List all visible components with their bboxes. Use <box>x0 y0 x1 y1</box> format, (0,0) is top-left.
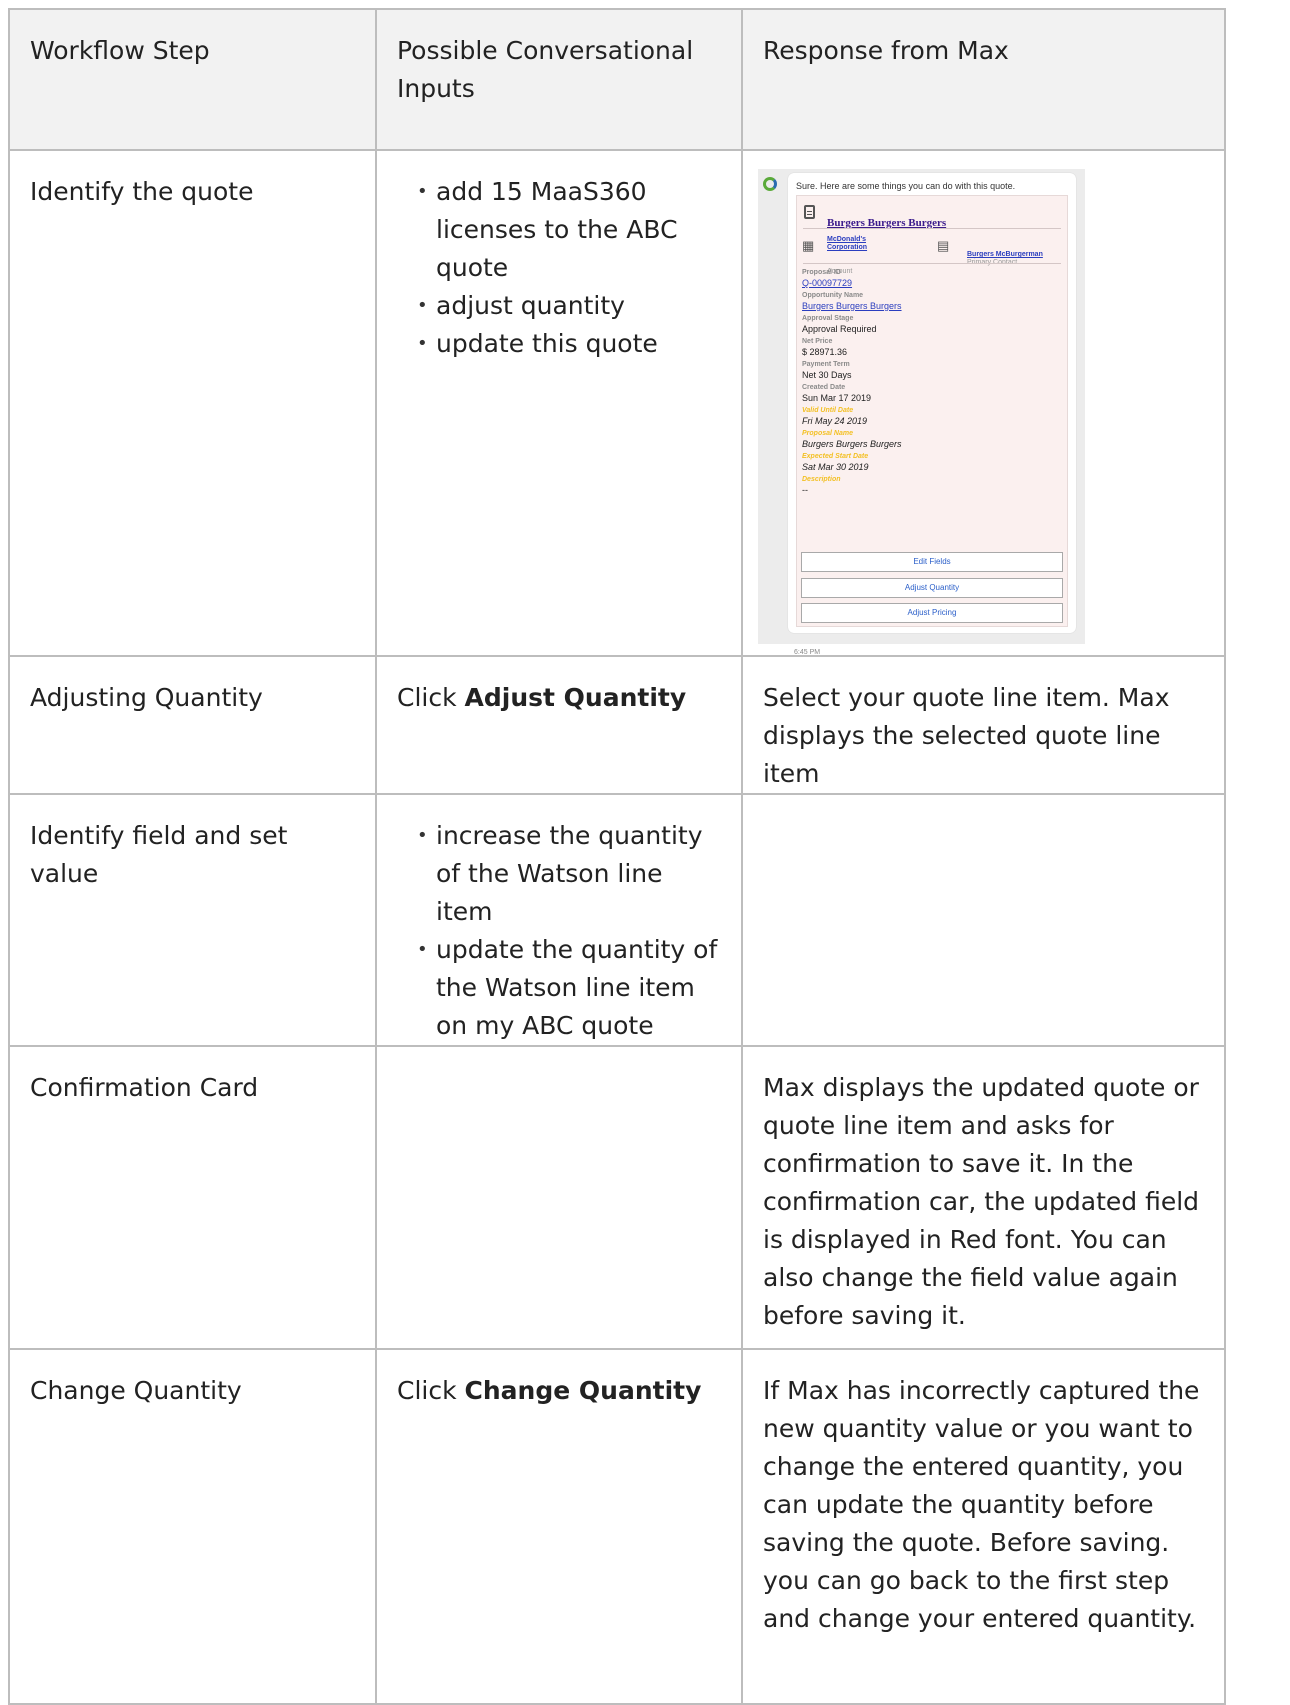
chat-screenshot: Sure. Here are some things you can do wi… <box>758 169 1085 656</box>
workflow-table: Workflow Step Possible Conversational In… <box>8 8 1226 1705</box>
field-label: Opportunity Name <box>802 292 864 299</box>
field-label: Proposal Name <box>802 430 853 437</box>
chat-bubble: Sure. Here are some things you can do wi… <box>788 173 1076 633</box>
adjust-pricing-button[interactable]: Adjust Pricing <box>801 603 1063 623</box>
proposal-id-link[interactable]: Q-00097729 <box>802 277 1062 289</box>
bot-avatar-icon <box>763 177 777 191</box>
response-cell: Max displays the updated quote or quote … <box>741 1045 1226 1350</box>
step-cell: Change Quantity <box>8 1348 377 1705</box>
field-label: Proposal ID <box>802 269 841 276</box>
contact-card-icon: ▤ <box>937 238 950 253</box>
adjust-quantity-button[interactable]: Adjust Quantity <box>801 578 1063 598</box>
field-value: Approval Required <box>802 324 877 334</box>
inputs-cell <box>375 1045 743 1350</box>
inputs-list: increase the quantity of the Watson line… <box>397 817 721 1045</box>
divider <box>803 228 1061 229</box>
quote-field-list: Proposal ID Q-00097729 Opportunity Name … <box>802 268 1062 498</box>
field-value: Sat Mar 30 2019 <box>802 462 869 472</box>
field-label: Description <box>802 476 841 483</box>
quote-card: Burgers Burgers Burgers ▦ McDonald's Cor… <box>796 195 1068 627</box>
building-icon: ▦ <box>802 238 815 253</box>
step-cell: Identify the quote <box>8 149 377 657</box>
table-row: Identify field and set value increase th… <box>8 793 1226 1047</box>
inputs-cell: Click Adjust Quantity <box>375 655 743 795</box>
field-value: Fri May 24 2019 <box>802 416 868 426</box>
field-label: Net Price <box>802 338 833 345</box>
field-label: Created Date <box>802 384 846 391</box>
chat-intro-text: Sure. Here are some things you can do wi… <box>796 181 1016 191</box>
response-cell <box>741 793 1226 1047</box>
inputs-cell: increase the quantity of the Watson line… <box>375 793 743 1047</box>
input-item: add 15 MaaS360 licenses to the ABC quote <box>417 173 721 287</box>
step-cell: Adjusting Quantity <box>8 655 377 795</box>
input-item: update this quote <box>417 325 721 363</box>
step-cell: Identify field and set value <box>8 793 377 1047</box>
field-value: Burgers Burgers Burgers <box>802 439 902 449</box>
table-row: Adjusting Quantity Click Adjust Quantity… <box>8 655 1226 795</box>
input-bold: Change Quantity <box>464 1376 702 1405</box>
edit-fields-button[interactable]: Edit Fields <box>801 552 1063 572</box>
field-label: Approval Stage <box>802 315 854 322</box>
inputs-cell: Click Change Quantity <box>375 1348 743 1705</box>
field-value: -- <box>802 485 808 495</box>
input-prefix: Click <box>397 683 465 712</box>
input-item: update the quantity of the Watson line i… <box>417 931 721 1045</box>
field-value: $ 28971.36 <box>802 347 848 357</box>
account-link[interactable]: McDonald's Corporation <box>827 236 897 252</box>
table-header-row: Workflow Step Possible Conversational In… <box>8 8 1226 151</box>
table-row: Confirmation Card Max displays the updat… <box>8 1045 1226 1350</box>
document-icon <box>804 205 815 219</box>
input-item: increase the quantity of the Watson line… <box>417 817 721 931</box>
chat-timestamp: 6:45 PM <box>794 649 821 656</box>
field-label: Payment Term <box>802 361 850 368</box>
field-label: Valid Until Date <box>802 407 854 414</box>
response-cell: Select your quote line item. Max display… <box>741 655 1226 795</box>
header-conversational-inputs: Possible Conversational Inputs <box>375 8 743 151</box>
input-prefix: Click <box>397 1376 465 1405</box>
inputs-list: add 15 MaaS360 licenses to the ABC quote… <box>397 173 721 363</box>
divider <box>803 263 1061 264</box>
header-workflow-step: Workflow Step <box>8 8 377 151</box>
field-label: Expected Start Date <box>802 453 869 460</box>
input-bold: Adjust Quantity <box>464 683 687 712</box>
header-response: Response from Max <box>741 8 1226 151</box>
input-item: adjust quantity <box>417 287 721 325</box>
table-row: Identify the quote add 15 MaaS360 licens… <box>8 149 1226 657</box>
opportunity-link[interactable]: Burgers Burgers Burgers <box>802 300 1062 312</box>
response-cell: If Max has incorrectly captured the new … <box>741 1348 1226 1705</box>
field-value: Sun Mar 17 2019 <box>802 393 872 403</box>
field-value: Net 30 Days <box>802 370 852 380</box>
step-cell: Confirmation Card <box>8 1045 377 1350</box>
inputs-cell: add 15 MaaS360 licenses to the ABC quote… <box>375 149 743 657</box>
response-cell: Sure. Here are some things you can do wi… <box>741 149 1226 657</box>
table-row: Change Quantity Click Change Quantity If… <box>8 1348 1226 1705</box>
